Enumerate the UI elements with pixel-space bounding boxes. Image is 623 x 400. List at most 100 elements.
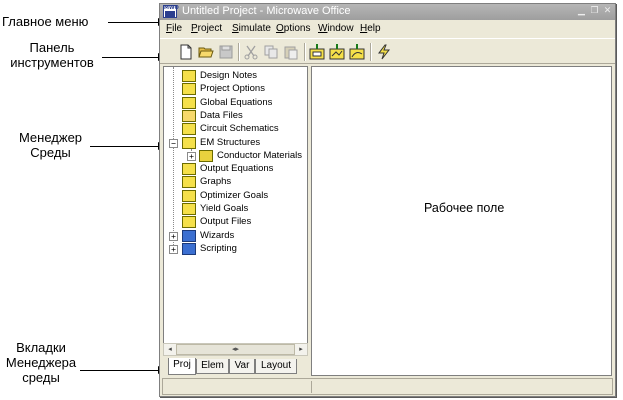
toolbar-separator: [370, 43, 372, 61]
annotation-toolbar-arrow: [102, 53, 166, 61]
add-graph-icon[interactable]: [349, 44, 365, 60]
annotation-env-manager-line1: Менеджер: [18, 130, 83, 145]
tab-var[interactable]: Var: [229, 359, 255, 374]
tree-item-data-files[interactable]: Data Files: [164, 109, 307, 123]
circuit-schematics-icon: [182, 123, 196, 136]
data-files-folder-icon: [182, 109, 196, 122]
annotation-main-menu-arrow: [108, 18, 166, 26]
tree-item-label: Project Options: [200, 83, 265, 95]
scroll-thumb[interactable]: ◂▸: [176, 344, 295, 355]
tree-item-label: Yield Goals: [200, 203, 249, 214]
manager-tabs: Proj Elem Var Layout: [163, 358, 308, 376]
tree-item-label: EM Structures: [200, 136, 261, 148]
app-window: MWO Untitled Project - Microwave Office …: [159, 3, 616, 397]
main-menu-bar: File Project Simulate Options Window Hel…: [160, 21, 615, 37]
tree-item-em-structures[interactable]: − EM Structures: [164, 136, 307, 150]
tree-item-output-files[interactable]: Output Files: [164, 216, 307, 229]
tree-item-graphs[interactable]: Graphs: [164, 176, 307, 189]
menu-options[interactable]: Options: [276, 23, 310, 34]
annotation-toolbar-line1: Панель: [29, 40, 75, 55]
tree-item-label: Optimizer Goals: [200, 189, 269, 201]
tree-item-global-equations[interactable]: Global Equations: [164, 96, 307, 110]
scroll-right-icon[interactable]: ▸: [295, 344, 307, 355]
tab-layout[interactable]: Layout: [255, 359, 297, 374]
expand-icon[interactable]: +: [169, 244, 178, 254]
close-icon[interactable]: ✕: [602, 6, 613, 17]
tree-item-label: Scripting: [200, 242, 237, 254]
menu-project[interactable]: Project: [191, 23, 222, 34]
title-bar: MWO Untitled Project - Microwave Office …: [160, 4, 615, 20]
add-em-structure-icon[interactable]: [329, 44, 345, 60]
annotation-tabs-line1: Вкладки: [16, 340, 66, 355]
menu-help[interactable]: Help: [360, 23, 381, 34]
annotation-tabs-line2: Менеджера: [5, 355, 77, 370]
scripting-icon: [182, 242, 196, 255]
paste-icon[interactable]: [283, 44, 299, 60]
copy-icon[interactable]: [263, 44, 279, 60]
design-notes-icon: [182, 70, 196, 82]
open-folder-icon[interactable]: [198, 44, 214, 60]
tree-horizontal-scrollbar[interactable]: ◂ ◂▸ ▸: [163, 343, 308, 356]
simulate-lightning-icon[interactable]: [376, 44, 392, 60]
project-tree: Design Notes Project Options Global Equati…: [163, 66, 308, 355]
tree-item-scripting[interactable]: + Scripting: [164, 242, 307, 256]
toolbar: [160, 38, 615, 64]
menu-window[interactable]: Window: [318, 23, 354, 34]
workspace-label: Рабочее поле: [424, 201, 505, 215]
output-files-icon: [182, 216, 196, 229]
menu-simulate[interactable]: Simulate: [232, 23, 271, 34]
status-bar: [162, 378, 613, 395]
save-icon[interactable]: [218, 44, 234, 60]
tree-item-label: Circuit Schematics: [200, 123, 279, 135]
tree-item-circuit-schematics[interactable]: Circuit Schematics: [164, 123, 307, 136]
annotation-env-manager-arrow: [90, 142, 166, 150]
annotation-tabs-line3: среды: [22, 370, 60, 385]
add-schematic-icon[interactable]: [309, 44, 325, 60]
workspace-area[interactable]: Рабочее поле: [311, 66, 612, 376]
tree-item-label: Output Equations: [200, 163, 274, 175]
tree-item-label: Conductor Materials: [217, 149, 303, 161]
tab-elem[interactable]: Elem: [196, 359, 229, 374]
annotation-env-manager-line2: Среды: [30, 145, 71, 160]
tree-item-design-notes[interactable]: Design Notes: [164, 70, 307, 83]
collapse-icon[interactable]: −: [169, 138, 178, 148]
tree-item-project-options[interactable]: Project Options: [164, 83, 307, 96]
tree-item-output-equations[interactable]: Output Equations: [164, 163, 307, 176]
tree-item-label: Global Equations: [200, 96, 273, 108]
expand-icon[interactable]: +: [187, 151, 196, 161]
tab-proj[interactable]: Proj: [168, 358, 196, 375]
app-logo-text: MWO: [164, 5, 179, 11]
tree-item-conductor-materials[interactable]: + Conductor Materials: [164, 149, 307, 163]
em-structures-icon: [182, 136, 196, 149]
cut-icon[interactable]: [243, 44, 259, 60]
status-bar-divider: [311, 381, 312, 393]
tree-item-label: Output Files: [200, 216, 252, 228]
new-file-icon[interactable]: [178, 44, 194, 60]
annotation-env-manager: Менеджер Среды: [8, 130, 93, 160]
app-logo-icon: MWO: [163, 5, 179, 18]
tree-item-label: Graphs: [200, 176, 232, 188]
tree-item-yield-goals[interactable]: Yield Goals: [164, 203, 307, 216]
tree-item-wizards[interactable]: + Wizards: [164, 229, 307, 243]
scroll-left-icon[interactable]: ◂: [164, 344, 176, 355]
project-options-icon: [182, 83, 196, 96]
annotation-toolbar: Панель инструментов: [2, 40, 102, 70]
restore-icon[interactable]: ❐: [589, 6, 600, 17]
tree-item-label: Data Files: [200, 109, 243, 121]
toolbar-separator: [304, 43, 306, 61]
global-equations-icon: [182, 96, 196, 109]
tree-item-optimizer-goals[interactable]: Optimizer Goals: [164, 189, 307, 203]
expand-icon[interactable]: +: [169, 231, 178, 241]
menu-file[interactable]: File: [166, 23, 182, 34]
annotation-manager-tabs-arrow: [80, 366, 166, 374]
wizards-icon: [182, 229, 196, 242]
output-equations-icon: [182, 163, 196, 176]
annotation-manager-tabs: Вкладки Менеджера среды: [2, 340, 80, 385]
annotation-toolbar-line2: инструментов: [10, 55, 94, 70]
graphs-icon: [182, 176, 196, 189]
annotation-main-menu: Главное меню: [2, 14, 89, 29]
tree-item-label: Design Notes: [200, 70, 258, 81]
tree-item-label: Wizards: [200, 229, 235, 241]
conductor-materials-icon: [199, 149, 213, 162]
minimize-icon[interactable]: ▁: [576, 6, 587, 17]
